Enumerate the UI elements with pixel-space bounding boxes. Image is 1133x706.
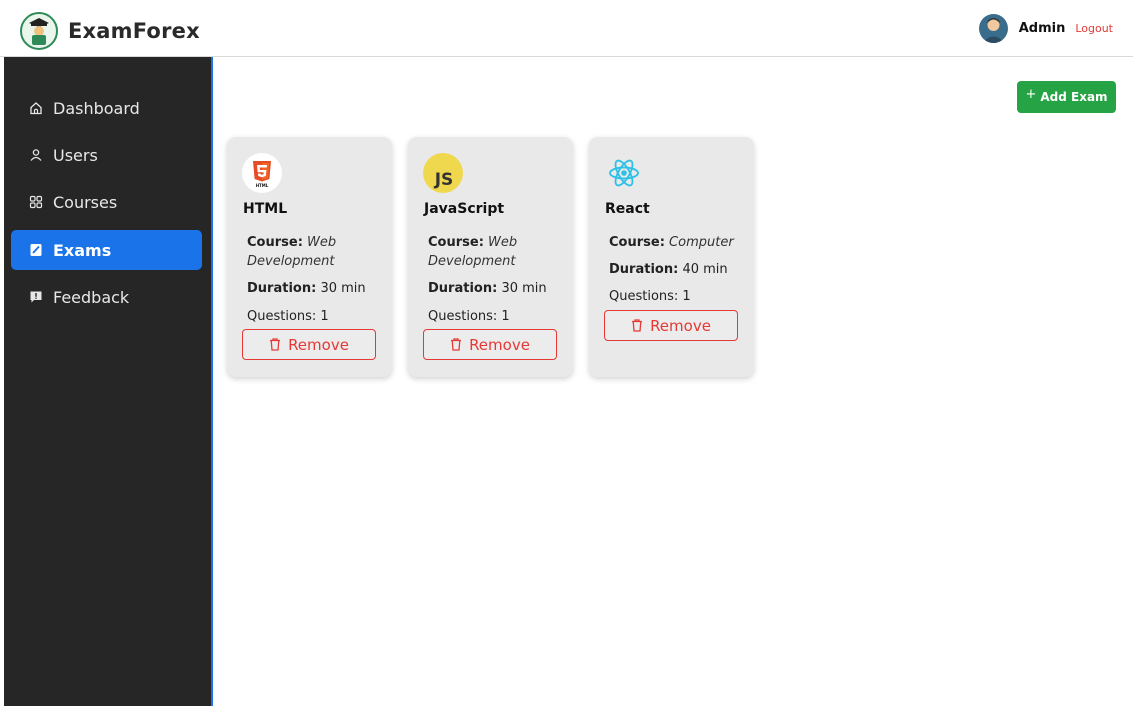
duration-value: 30 min	[501, 281, 547, 296]
sidebar: Dashboard Users Courses Exams Feedback	[4, 57, 211, 706]
sidebar-item-exams[interactable]: Exams	[11, 230, 202, 270]
remove-label: Remove	[650, 316, 711, 335]
exam-card-html: HTML HTML Course: Web Development Durati…	[227, 137, 392, 377]
remove-button[interactable]: Remove	[604, 310, 738, 341]
sidebar-item-dashboard[interactable]: Dashboard	[11, 88, 202, 128]
admin-name: Admin	[1018, 21, 1066, 36]
card-duration: Duration: 40 min	[609, 260, 739, 279]
course-label: Course:	[609, 235, 665, 250]
exam-icon	[29, 243, 43, 257]
duration-value: 40 min	[682, 262, 728, 277]
card-title: JavaScript	[424, 201, 505, 217]
card-questions: Questions: 1	[247, 309, 329, 324]
course-value: Computer	[669, 235, 734, 250]
card-course: Course: Web Development	[428, 233, 558, 271]
user-icon	[29, 148, 43, 162]
svg-text:HTML: HTML	[256, 183, 269, 188]
duration-label: Duration:	[247, 281, 317, 296]
home-icon	[29, 101, 43, 115]
card-duration: Duration: 30 min	[247, 279, 377, 298]
sidebar-item-users[interactable]: Users	[11, 135, 202, 175]
avatar[interactable]	[978, 14, 1008, 43]
card-questions: Questions: 1	[609, 289, 691, 304]
svg-text:JS: JS	[434, 170, 454, 190]
top-header: ExamForex Admin Logout	[0, 0, 1133, 57]
sidebar-item-label: Feedback	[53, 287, 130, 307]
card-course: Course: Computer	[609, 233, 739, 252]
grid-icon	[29, 195, 43, 209]
user-area: Admin Logout	[978, 14, 1113, 43]
feedback-icon	[29, 290, 43, 304]
remove-button[interactable]: Remove	[423, 329, 557, 360]
javascript-icon: JS	[423, 153, 463, 193]
sidebar-item-feedback[interactable]: Feedback	[11, 277, 202, 317]
trash-icon	[451, 338, 462, 351]
exam-card-react: React Course: Computer Duration: 40 min …	[589, 137, 754, 377]
react-icon	[604, 153, 644, 193]
duration-value: 30 min	[320, 281, 366, 296]
sidebar-item-courses[interactable]: Courses	[11, 182, 202, 222]
brand[interactable]: ExamForex	[20, 12, 200, 50]
remove-label: Remove	[288, 335, 349, 354]
card-title: React	[605, 201, 650, 217]
course-label: Course:	[247, 235, 303, 250]
course-label: Course:	[428, 235, 484, 250]
sidebar-item-label: Courses	[53, 192, 118, 212]
add-exam-label: Add Exam	[1040, 90, 1108, 104]
brand-name: ExamForex	[68, 19, 200, 43]
sidebar-item-label: Dashboard	[53, 98, 140, 118]
remove-label: Remove	[469, 335, 530, 354]
plus-icon: +	[1025, 86, 1037, 102]
graduate-logo-icon	[20, 12, 58, 50]
trash-icon	[270, 338, 281, 351]
duration-label: Duration:	[609, 262, 679, 277]
card-course: Course: Web Development	[247, 233, 377, 271]
sidebar-item-label: Users	[53, 145, 98, 165]
exam-card-javascript: JS JavaScript Course: Web Development Du…	[408, 137, 573, 377]
trash-icon	[632, 319, 643, 332]
logout-link[interactable]: Logout	[1075, 22, 1113, 35]
html5-icon: HTML	[242, 153, 282, 193]
sidebar-item-label: Exams	[53, 240, 112, 260]
add-exam-button[interactable]: + Add Exam	[1017, 81, 1116, 113]
card-questions: Questions: 1	[428, 309, 510, 324]
duration-label: Duration:	[428, 281, 498, 296]
card-title: HTML	[243, 201, 288, 217]
sidebar-divider	[211, 57, 213, 706]
remove-button[interactable]: Remove	[242, 329, 376, 360]
card-duration: Duration: 30 min	[428, 279, 558, 298]
